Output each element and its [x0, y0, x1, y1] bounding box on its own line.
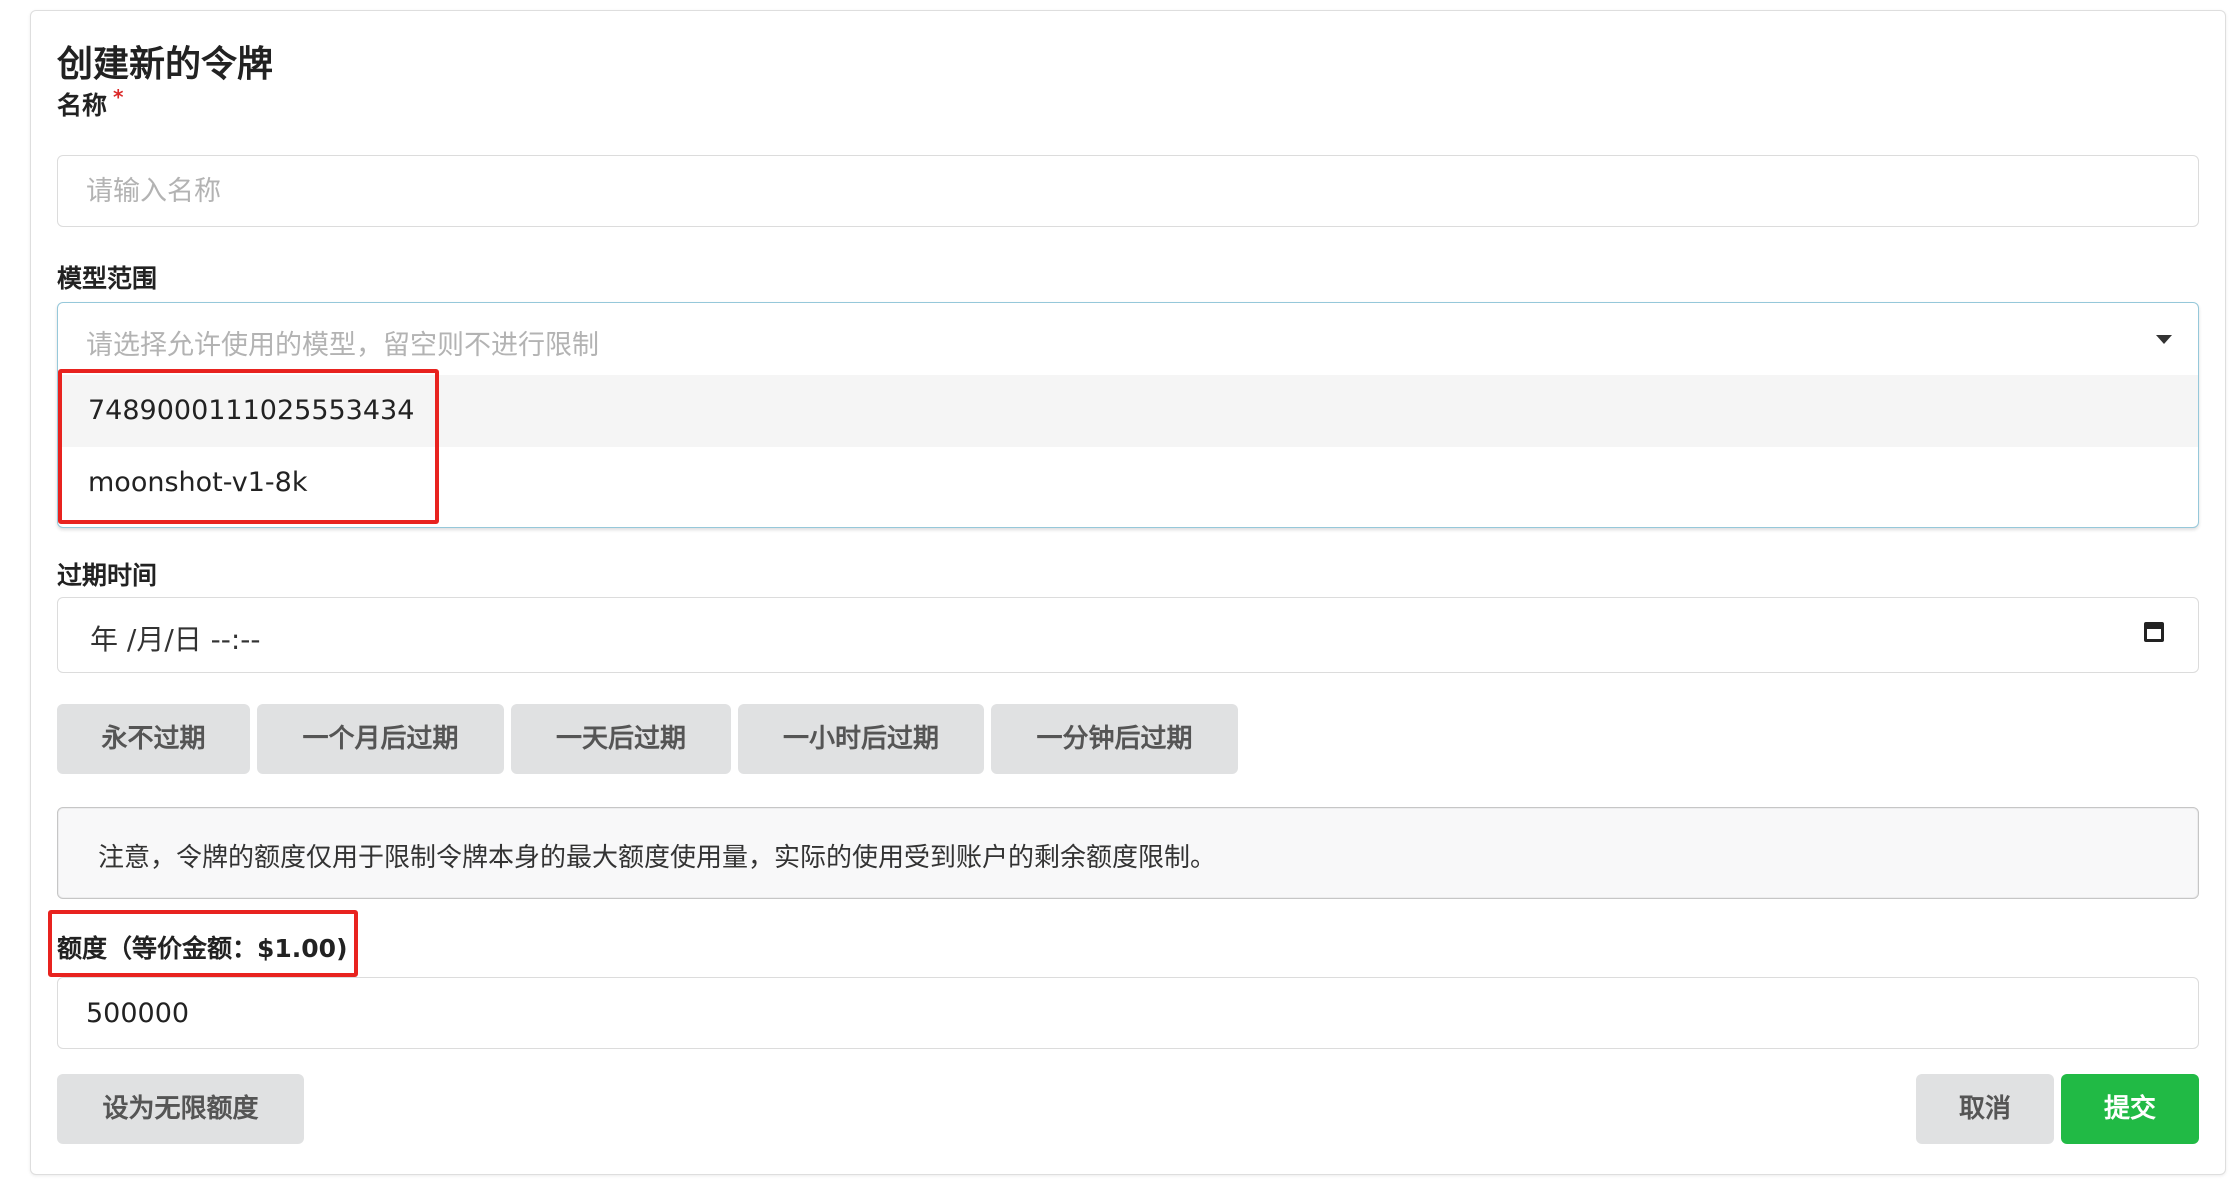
- expiry-datetime-value: 年 /月/日 --:--: [90, 623, 261, 656]
- submit-button[interactable]: 提交: [2061, 1074, 2199, 1144]
- calendar-icon[interactable]: [2144, 622, 2164, 642]
- required-mark: *: [113, 85, 124, 109]
- expire-one-day-button[interactable]: 一天后过期: [511, 704, 731, 774]
- expiry-datetime-input[interactable]: 年 /月/日 --:--: [57, 597, 2199, 673]
- name-input[interactable]: [57, 155, 2199, 227]
- cancel-button[interactable]: 取消: [1916, 1074, 2054, 1144]
- models-select-trigger[interactable]: 请选择允许使用的模型，留空则不进行限制: [58, 303, 2198, 375]
- models-dropdown[interactable]: 请选择允许使用的模型，留空则不进行限制 7489000111025553434 …: [57, 302, 2199, 528]
- expire-one-month-button[interactable]: 一个月后过期: [257, 704, 504, 774]
- models-label: 模型范围: [57, 264, 158, 293]
- expire-one-hour-button[interactable]: 一小时后过期: [738, 704, 984, 774]
- quota-label: 额度（等价金额：$1.00): [57, 934, 348, 963]
- quota-input[interactable]: [57, 977, 2199, 1049]
- set-unlimited-quota-button[interactable]: 设为无限额度: [57, 1074, 304, 1144]
- create-token-card: 创建新的令牌 名称* 模型范围 请选择允许使用的模型，留空则不进行限制 7489…: [30, 10, 2226, 1175]
- never-expire-button[interactable]: 永不过期: [57, 704, 250, 774]
- model-option[interactable]: moonshot-v1-8k: [58, 447, 2198, 519]
- chevron-down-icon[interactable]: [2156, 335, 2172, 344]
- quota-notice: 注意，令牌的额度仅用于限制令牌本身的最大额度使用量，实际的使用受到账户的剩余额度…: [57, 807, 2199, 899]
- name-label: 名称 *: [57, 85, 124, 122]
- name-label-text: 名称: [57, 91, 108, 120]
- page-title: 创建新的令牌: [57, 44, 274, 85]
- expiry-label: 过期时间: [57, 561, 158, 590]
- quota-notice-text: 注意，令牌的额度仅用于限制令牌本身的最大额度使用量，实际的使用受到账户的剩余额度…: [98, 843, 1217, 873]
- model-option[interactable]: 7489000111025553434: [58, 375, 2198, 447]
- models-placeholder: 请选择允许使用的模型，留空则不进行限制: [86, 330, 599, 361]
- expire-one-minute-button[interactable]: 一分钟后过期: [991, 704, 1238, 774]
